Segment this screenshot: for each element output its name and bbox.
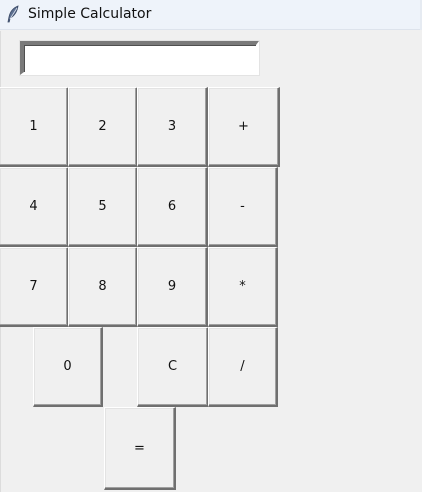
digit-6-button[interactable]: 6	[137, 167, 208, 247]
digit-0-button[interactable]: 0	[33, 327, 103, 407]
feather-icon	[6, 5, 20, 23]
add-button[interactable]: +	[208, 87, 280, 167]
digit-8-button[interactable]: 8	[68, 247, 138, 327]
digit-5-button[interactable]: 5	[68, 167, 138, 247]
multiply-button[interactable]: *	[208, 247, 278, 327]
digit-9-button[interactable]: 9	[137, 247, 208, 327]
digit-2-button[interactable]: 2	[68, 87, 138, 167]
digit-3-button[interactable]: 3	[137, 87, 208, 167]
digit-7-button[interactable]: 7	[0, 247, 69, 327]
digit-1-button[interactable]: 1	[0, 87, 69, 167]
title-bar: Simple Calculator	[0, 0, 422, 30]
equals-button[interactable]: =	[104, 407, 176, 490]
calculator-window: Simple Calculator 1 2 3 + 4 5 6 - 7 8 9 …	[0, 0, 422, 492]
digit-4-button[interactable]: 4	[0, 167, 69, 247]
window-title: Simple Calculator	[28, 6, 152, 22]
display-entry[interactable]	[20, 41, 259, 75]
divide-button[interactable]: /	[208, 327, 278, 407]
subtract-button[interactable]: -	[208, 167, 278, 247]
clear-button[interactable]: C	[137, 327, 209, 407]
